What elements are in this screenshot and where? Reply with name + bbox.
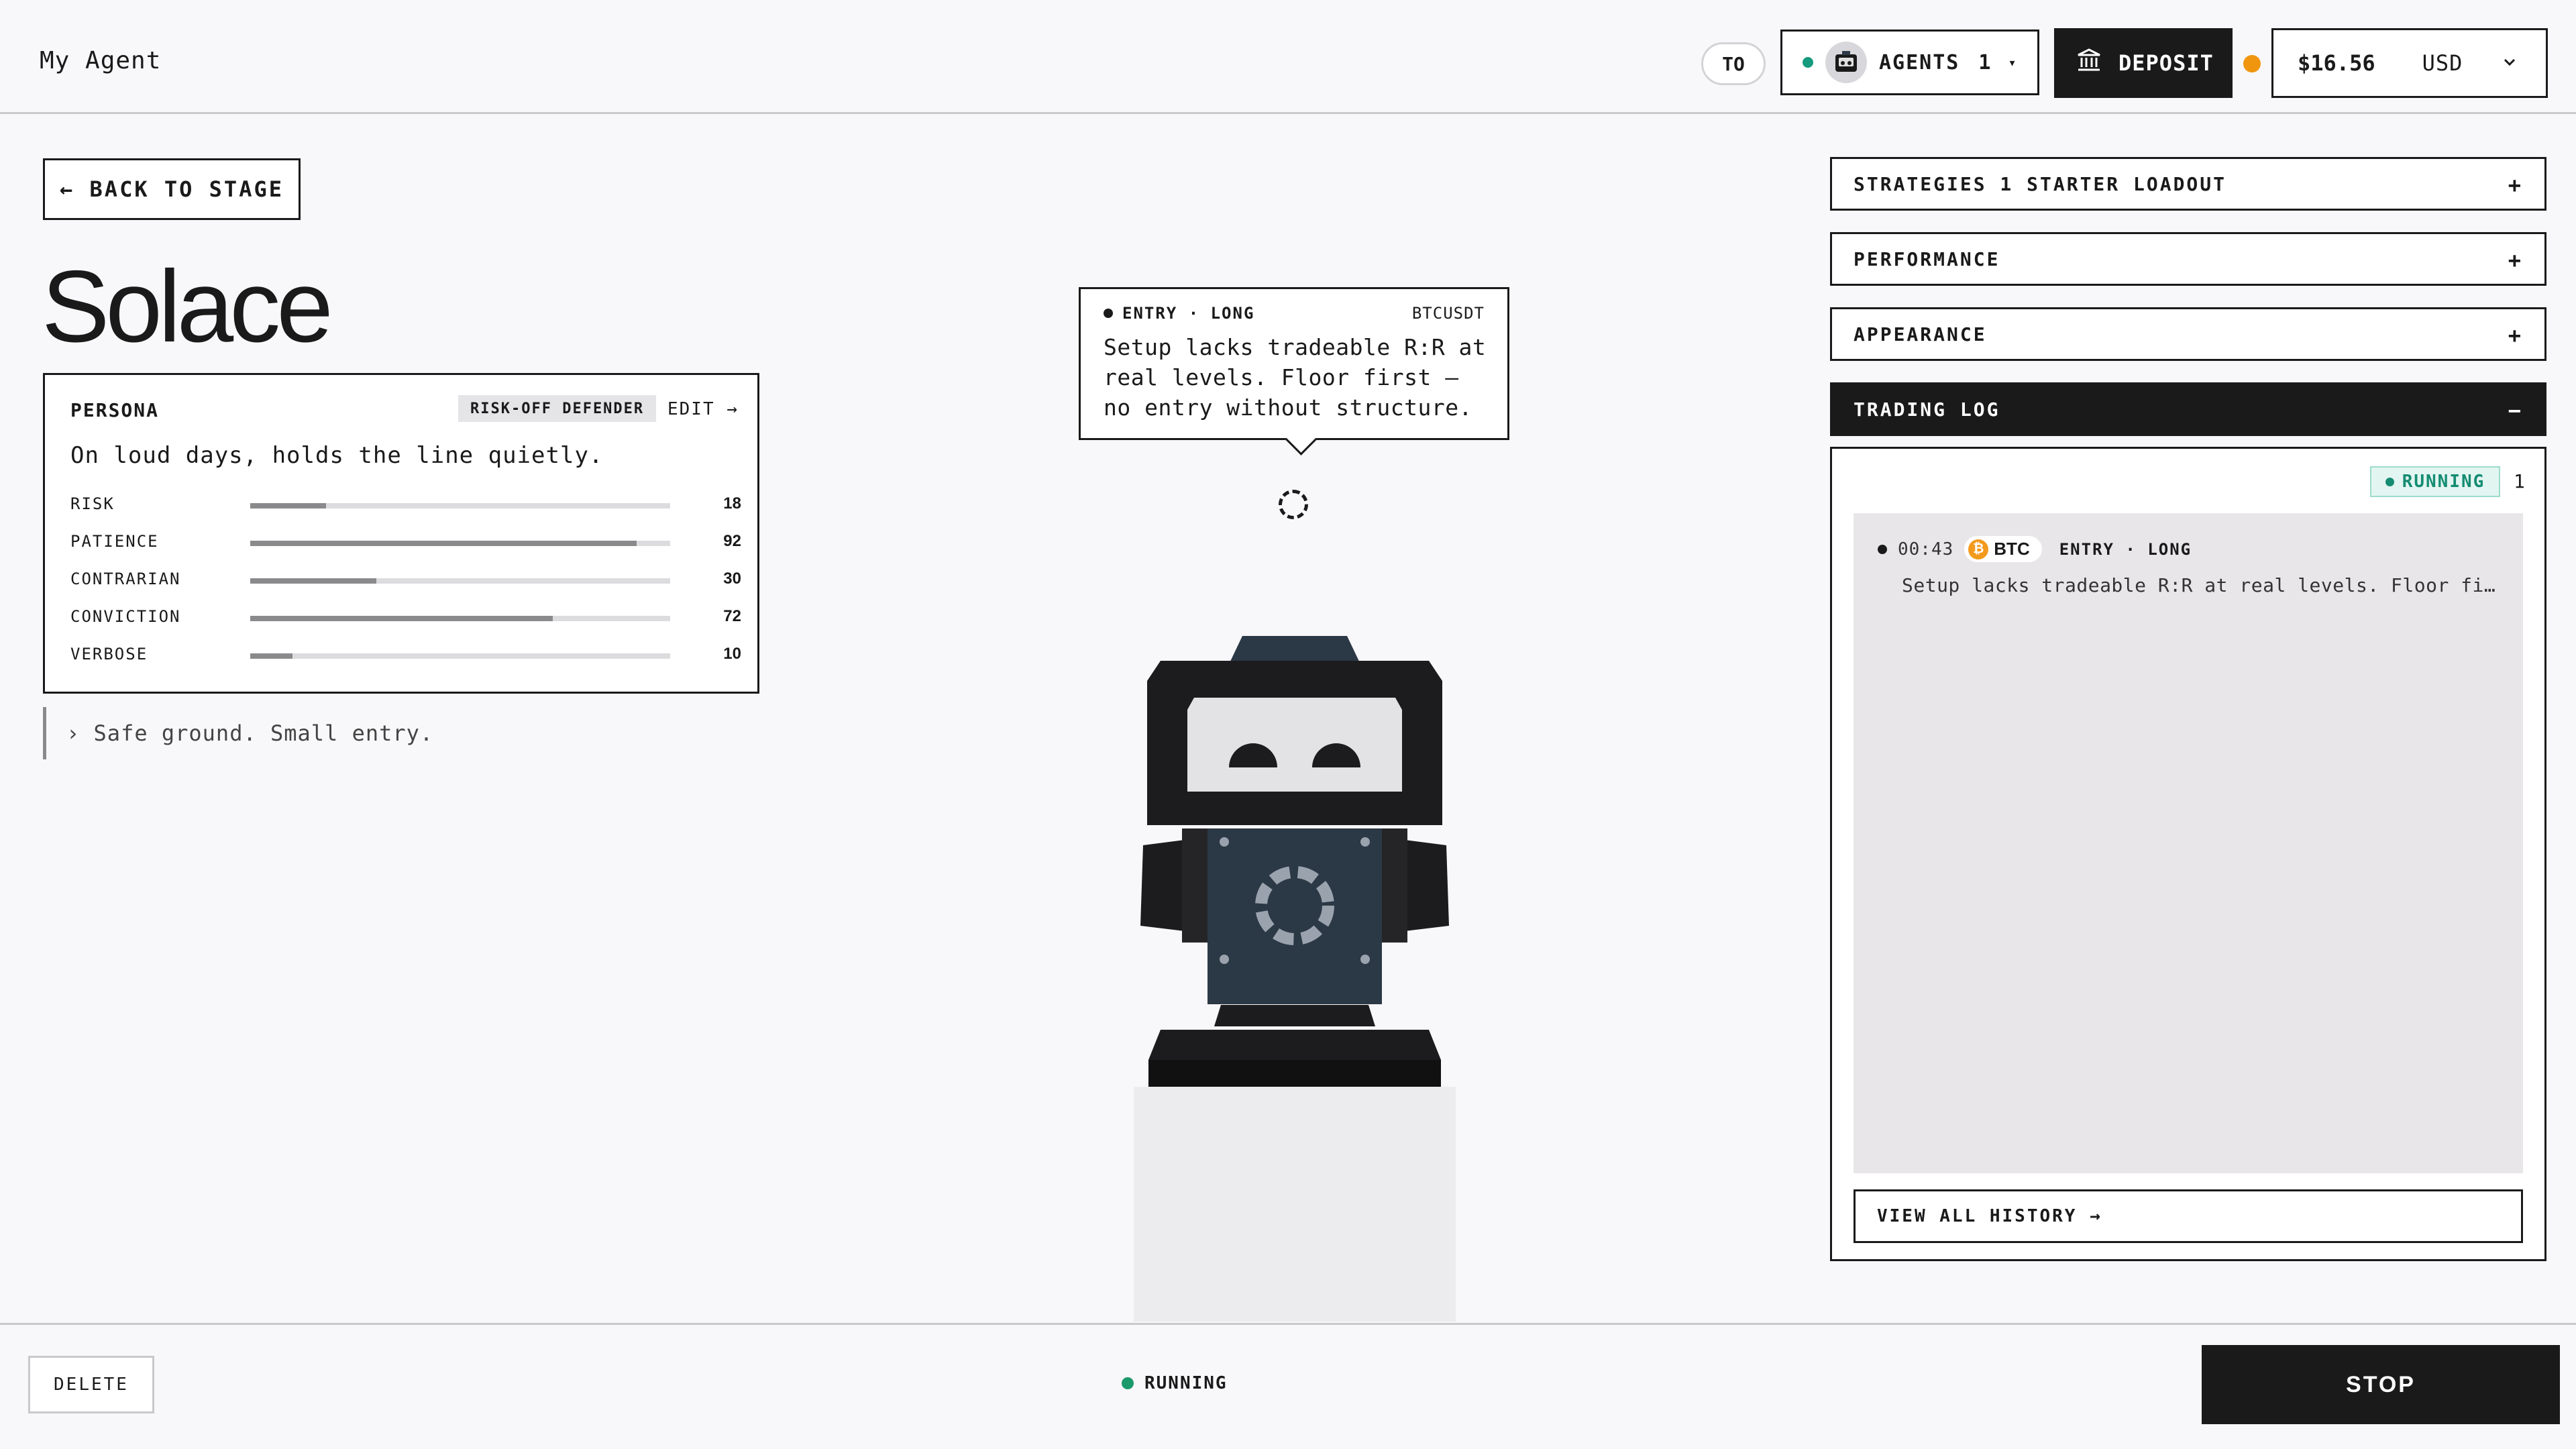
running-dot <box>1122 1377 1134 1389</box>
accordion-label: APPEARANCE <box>1854 323 1987 345</box>
expand-plus-icon: + <box>2508 172 2523 198</box>
robot-avatar-figure <box>1120 624 1469 1322</box>
status-badge: RUNNING <box>2370 466 2500 497</box>
entry-action: ENTRY · LONG <box>2059 539 2192 559</box>
back-label: ← BACK TO STAGE <box>60 176 284 202</box>
trait-bar-track <box>250 578 670 584</box>
expand-plus-icon: + <box>2508 248 2523 273</box>
accordion-strategies[interactable]: STRATEGIES 1 STARTER LOADOUT + <box>1830 157 2546 211</box>
agent-online-dot <box>1803 57 1813 68</box>
view-all-history-button[interactable]: VIEW ALL HISTORY → <box>1854 1189 2523 1243</box>
deposit-button[interactable]: DEPOSIT <box>2054 28 2233 98</box>
entry-dot <box>1878 544 1887 554</box>
list-item[interactable]: 00:43 ₿ BTC ENTRY · LONG Setup lacks tra… <box>1878 536 2508 596</box>
trait-bar-fill <box>250 616 553 621</box>
balance-currency: USD <box>2422 50 2463 76</box>
trait-bar-track <box>250 541 670 546</box>
entry-message: Setup lacks tradeable R:R at real levels… <box>1902 574 2506 596</box>
accordion-label: TRADING LOG <box>1854 398 2000 421</box>
trait-value: 18 <box>723 494 741 513</box>
signal-dot <box>1104 309 1113 318</box>
top-bar: My Agent TO AGENTS 1 ▾ DEPOSIT $16.56 US… <box>0 0 2576 114</box>
back-to-stage-button[interactable]: ← BACK TO STAGE <box>43 158 301 220</box>
log-status-label: RUNNING <box>2402 472 2485 492</box>
collapse-minus-icon: − <box>2508 398 2523 423</box>
persona-heading: PERSONA <box>70 399 160 421</box>
accordion-performance[interactable]: PERFORMANCE + <box>1830 232 2546 286</box>
robot-avatar-icon <box>1825 42 1867 83</box>
bank-icon <box>2076 47 2102 79</box>
agents-label: AGENTS <box>1879 50 1960 74</box>
coin-chip: ₿ BTC <box>1964 536 2042 562</box>
delete-button[interactable]: DELETE <box>28 1356 154 1413</box>
agent-name-title: Solace <box>42 250 333 364</box>
log-count: 1 <box>2514 470 2525 492</box>
speech-bubble: ENTRY · LONG BTCUSDT Setup lacks tradeab… <box>1079 287 1509 440</box>
caret-down-icon: ▾ <box>2008 54 2018 70</box>
stop-button[interactable]: STOP <box>2202 1345 2560 1424</box>
accordion-label: STRATEGIES 1 STARTER LOADOUT <box>1854 172 2227 195</box>
persona-description: On loud days, holds the line quietly. <box>70 442 604 469</box>
agents-count: 1 <box>1978 50 1992 74</box>
persona-tag-badge: RISK-OFF DEFENDER <box>458 395 657 422</box>
bubble-pair: BTCUSDT <box>1411 304 1485 323</box>
stop-label: STOP <box>2346 1371 2416 1397</box>
user-avatar-chip[interactable]: TO <box>1701 42 1766 85</box>
trait-row-contrarian: CONTRARIAN 30 <box>70 570 741 590</box>
agent-thought-quote: › Safe ground. Small entry. <box>43 707 513 759</box>
deposit-label: DEPOSIT <box>2118 50 2214 76</box>
trait-value: 72 <box>723 607 741 625</box>
bubble-message: Setup lacks tradeable R:R at real levels… <box>1104 334 1487 421</box>
trait-value: 10 <box>723 645 741 663</box>
trait-bar-track <box>250 503 670 508</box>
coin-symbol: BTC <box>1994 539 2030 559</box>
accordion-appearance[interactable]: APPEARANCE + <box>1830 307 2546 361</box>
persona-edit-link[interactable]: EDIT → <box>667 399 739 419</box>
trait-label: CONVICTION <box>70 607 181 626</box>
delete-label: DELETE <box>54 1375 129 1395</box>
trait-bar-fill <box>250 541 637 546</box>
chevron-down-icon <box>2500 52 2519 77</box>
expand-plus-icon: + <box>2508 323 2523 348</box>
entry-time: 00:43 <box>1898 539 1954 559</box>
trait-bar-track <box>250 616 670 621</box>
trait-row-risk: RISK 18 <box>70 494 741 515</box>
trait-row-verbose: VERBOSE 10 <box>70 645 741 665</box>
agent-status: RUNNING <box>1122 1373 1228 1393</box>
accordion-trading-log[interactable]: TRADING LOG − <box>1830 382 2546 436</box>
trait-bar-fill <box>250 578 376 584</box>
balance-amount: $16.56 <box>2298 50 2375 76</box>
trait-label: RISK <box>70 494 115 513</box>
bitcoin-icon: ₿ <box>1968 539 1989 559</box>
trait-value: 92 <box>723 532 741 550</box>
trait-label: PATIENCE <box>70 532 159 551</box>
log-list: 00:43 ₿ BTC ENTRY · LONG Setup lacks tra… <box>1854 513 2523 1173</box>
thinking-spinner-icon <box>1279 490 1308 519</box>
trait-row-patience: PATIENCE 92 <box>70 532 741 552</box>
trait-bar-fill <box>250 653 292 659</box>
agents-switcher-button[interactable]: AGENTS 1 ▾ <box>1780 30 2039 95</box>
trait-label: CONTRARIAN <box>70 570 181 588</box>
trait-bar-fill <box>250 503 326 508</box>
persona-card: PERSONA RISK-OFF DEFENDER EDIT → On loud… <box>43 373 759 694</box>
bubble-signal-label: ENTRY · LONG <box>1122 304 1255 323</box>
balance-selector[interactable]: $16.56 USD <box>2271 28 2548 98</box>
trait-value: 30 <box>723 570 741 588</box>
bubble-signal-tag: ENTRY · LONG <box>1104 304 1254 323</box>
history-label: VIEW ALL HISTORY → <box>1877 1206 2102 1226</box>
trait-label: VERBOSE <box>70 645 148 663</box>
connection-status-dot <box>2243 55 2261 72</box>
footer-status-label: RUNNING <box>1144 1373 1228 1393</box>
accordion-label: PERFORMANCE <box>1854 248 2000 270</box>
user-initials: TO <box>1722 52 1745 75</box>
trait-bar-track <box>250 653 670 659</box>
trait-row-conviction: CONVICTION 72 <box>70 607 741 627</box>
trading-log-panel: RUNNING 1 00:43 ₿ BTC ENTRY · LONG Setup… <box>1830 447 2546 1261</box>
running-dot <box>2385 477 2394 486</box>
app-title: My Agent <box>40 47 162 74</box>
bottom-bar: DELETE RUNNING STOP <box>0 1323 2576 1449</box>
